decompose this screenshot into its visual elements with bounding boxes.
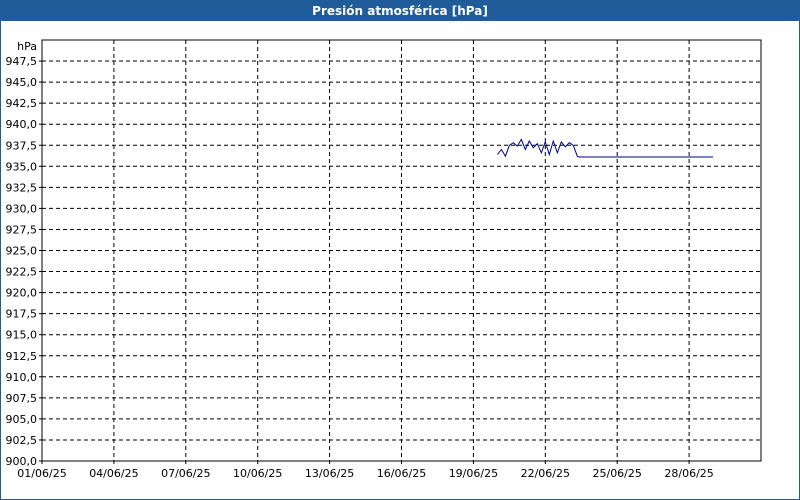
y-tick-label: 910,0 [6, 371, 38, 384]
y-tick-label: 942,5 [6, 97, 38, 110]
x-tick-label: 04/06/25 [89, 467, 138, 480]
y-axis-ticks: 900,0902,5905,0907,5910,0912,5915,0917,5… [6, 55, 42, 468]
grid-lines [42, 40, 761, 461]
pressure-chart: 900,0902,5905,0907,5910,0912,5915,0917,5… [6, 39, 762, 480]
y-tick-label: 905,0 [6, 413, 38, 426]
x-tick-label: 16/06/25 [377, 467, 426, 480]
y-tick-label: 932,5 [6, 181, 38, 194]
y-tick-label: 935,0 [6, 160, 38, 173]
y-tick-label: 945,0 [6, 76, 38, 89]
y-axis-unit: hPa [17, 40, 37, 53]
y-tick-label: 925,0 [6, 245, 38, 258]
y-tick-label: 940,0 [6, 118, 38, 131]
x-tick-label: 28/06/25 [664, 467, 713, 480]
y-tick-label: 922,5 [6, 266, 38, 279]
series-line [497, 138, 714, 158]
x-tick-label: 01/06/25 [17, 467, 66, 480]
x-tick-label: 07/06/25 [161, 467, 210, 480]
y-tick-label: 947,5 [6, 55, 38, 68]
x-tick-label: 19/06/25 [449, 467, 498, 480]
y-tick-label: 930,0 [6, 202, 38, 215]
y-tick-label: 902,5 [6, 434, 38, 447]
x-tick-label: 10/06/25 [233, 467, 282, 480]
y-tick-label: 920,0 [6, 287, 38, 300]
x-axis-ticks: 01/06/25 04/06/25 07/06/25 10/06/25 13/06/25… [17, 461, 714, 480]
y-tick-label: 912,5 [6, 350, 38, 363]
x-tick-label: 13/06/25 [305, 467, 354, 480]
y-tick-label: 917,5 [6, 308, 38, 321]
y-tick-label: 907,5 [6, 392, 38, 405]
series-layer [497, 138, 714, 158]
y-tick-label: 927,5 [6, 223, 38, 236]
x-tick-label: 22/06/25 [521, 467, 570, 480]
y-tick-label: 937,5 [6, 139, 38, 152]
y-tick-label: 915,0 [6, 329, 38, 342]
x-tick-label: 25/06/25 [592, 467, 641, 480]
